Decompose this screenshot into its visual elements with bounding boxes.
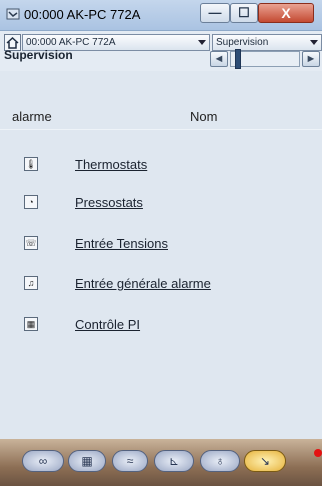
list-item-label[interactable]: Thermostats [75,157,147,172]
toolbar-alarm-button[interactable]: ♁ [200,450,240,472]
chevron-down-icon [198,40,206,45]
list-item-pressostats[interactable]: ◔ Pressostats [0,190,322,214]
list-item-thermostats[interactable]: 🌡 Thermostats [0,152,322,176]
toolbar-overview-button[interactable]: ∞ [22,450,64,472]
graph-icon: ⊾ [168,454,180,468]
arrow-right-icon: ► [305,53,317,65]
title-bar: 00:000 AK-PC 772A — ☐ X [0,0,322,31]
maximize-icon: ☐ [238,5,250,20]
alarm-indicator [314,449,322,457]
general-alarm-icon: ♫ [24,276,38,290]
close-icon: X [281,5,291,21]
tools-icon: ↘ [259,454,271,468]
toolbar-tools-button[interactable]: ↘ [244,450,286,472]
list-item-label[interactable]: Pressostats [75,195,143,210]
chevron-down-icon [310,40,318,45]
toolbar-grid-button[interactable]: ▦ [68,450,106,472]
list-item-entree-generale-alarme[interactable]: ♫ Entrée générale alarme [0,271,322,295]
next-button[interactable]: ► [302,51,320,67]
grid-icon: ▦ [81,454,93,468]
prev-button[interactable]: ◄ [210,51,228,67]
minimize-button[interactable]: — [200,3,230,23]
maximize-button[interactable]: ☐ [230,3,258,23]
section-title: Supervision [4,48,73,62]
minimize-icon: — [208,5,222,20]
list-item-entree-tensions[interactable]: ☏ Entrée Tensions [0,231,322,255]
window-title: 00:000 AK-PC 772A [24,7,141,22]
toolbar-fan-button[interactable]: ≈ [112,450,148,472]
pi-control-icon: ▦ [24,317,38,331]
page-slider-thumb[interactable] [235,49,241,69]
view-select-value: Supervision [216,37,269,48]
overview-icon: ∞ [38,454,48,468]
alarm-bell-icon: ♁ [215,454,225,468]
list-item-controle-pi[interactable]: ▦ Contrôle PI [0,312,322,336]
view-select[interactable]: Supervision [212,34,322,51]
pressostat-icon: ◔ [24,195,38,209]
list-item-label[interactable]: Entrée générale alarme [75,276,211,291]
thermostat-icon: 🌡 [24,157,38,171]
close-button[interactable]: X [258,3,314,23]
fan-icon: ≈ [126,454,134,468]
column-header-nom: Nom [190,109,218,124]
app-icon [6,8,20,20]
arrow-left-icon: ◄ [213,53,225,65]
unit-select-value: 00:000 AK-PC 772A [26,37,116,48]
toolbar-graph-button[interactable]: ⊾ [154,450,194,472]
voltage-input-icon: ☏ [24,236,38,250]
list-item-label[interactable]: Entrée Tensions [75,236,168,251]
column-header-alarme: alarme [12,109,52,124]
list-item-label[interactable]: Contrôle PI [75,317,140,332]
content-area [0,71,322,439]
header-divider [0,129,322,130]
